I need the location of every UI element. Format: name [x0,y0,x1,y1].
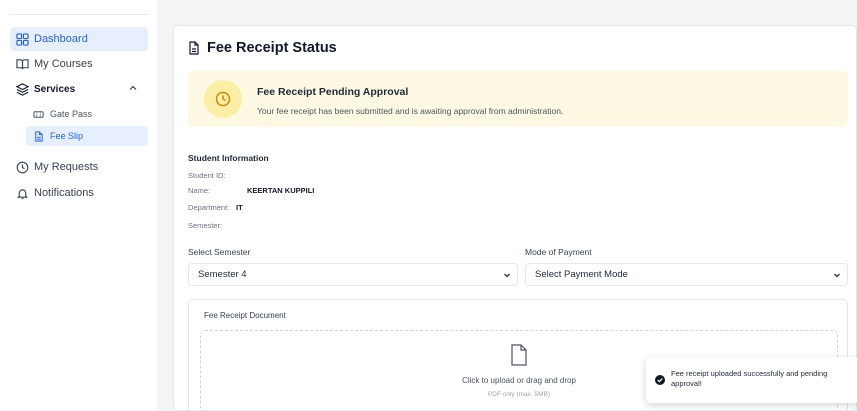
payment-mode-select-value: Select Payment Mode [535,269,628,280]
sidebar-item-notifications[interactable]: Notifications [10,181,148,205]
clock-icon [15,160,29,174]
sidebar-subitem-label: Gate Pass [50,109,93,119]
info-value: KEERTAN KUPPILI [247,186,315,195]
file-icon [511,344,527,366]
sidebar-item-services[interactable]: Services [10,77,148,101]
semester-select-value: Semester 4 [198,269,247,280]
card-title: Fee Receipt Status [207,40,337,56]
sidebar-divider [10,14,148,15]
info-label: Semester: [188,221,223,230]
sidebar: Dashboard My Courses Services Gate Pass … [0,0,157,411]
document-icon [32,130,44,142]
sidebar-item-label: Dashboard [34,33,88,45]
document-icon [187,41,201,55]
sidebar-item-dashboard[interactable]: Dashboard [10,27,148,51]
student-info-row: Semester: [188,221,222,230]
document-label: Fee Receipt Document [204,311,286,320]
chevron-up-icon[interactable] [128,83,138,93]
semester-label: Select Semester [188,247,251,257]
payment-mode-select[interactable]: Select Payment Mode [525,263,848,286]
student-info-row: Name: KEERTAN KUPPILI [188,186,314,195]
alert-icon-badge [204,80,242,118]
student-info-row: Student ID: [188,171,226,180]
sidebar-item-my-requests[interactable]: My Requests [10,155,148,179]
sidebar-item-label: My Requests [34,161,99,173]
clock-icon [215,91,231,107]
page-title-cutoff [157,0,857,9]
main-content: Fee Receipt Status Fee Receipt Pending A… [157,0,857,411]
dashboard-grid-icon [15,32,29,46]
sidebar-item-label: Services [34,83,76,95]
success-toast: Fee receipt uploaded successfully and pe… [646,357,857,403]
toast-message: Fee receipt uploaded successfully and pe… [671,369,828,388]
info-label: Student ID: [188,171,226,180]
info-label: Name: [188,186,211,195]
book-open-icon [15,57,29,71]
sidebar-subitem-gate-pass[interactable]: Gate Pass [26,104,148,124]
info-label: Department: [188,203,230,212]
chevron-down-icon [504,273,510,278]
check-circle-icon [655,375,665,385]
semester-select[interactable]: Semester 4 [188,263,518,286]
sidebar-subitem-label: Fee Slip [50,131,84,141]
card-header: Fee Receipt Status [187,40,337,56]
alert-text: Your fee receipt has been submitted and … [257,106,564,116]
ticket-icon [32,108,44,120]
student-info-heading: Student Information [188,153,269,163]
alert-title: Fee Receipt Pending Approval [257,86,409,98]
sidebar-item-my-courses[interactable]: My Courses [10,52,148,76]
layers-icon [15,82,29,96]
pending-approval-alert: Fee Receipt Pending Approval Your fee re… [188,71,848,127]
student-info-row: Department: IT [188,203,243,212]
chevron-down-icon [834,273,840,278]
sidebar-subitem-fee-slip[interactable]: Fee Slip [26,126,148,146]
fee-receipt-card: Fee Receipt Status Fee Receipt Pending A… [173,25,857,411]
payment-mode-label: Mode of Payment [525,247,592,257]
bell-icon [15,186,29,200]
sidebar-item-label: Notifications [34,187,94,199]
info-value: IT [236,203,243,212]
sidebar-item-label: My Courses [34,58,93,70]
